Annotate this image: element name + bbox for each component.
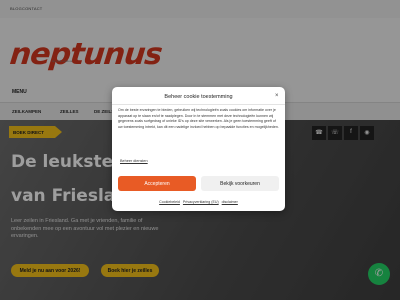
cookie-policy-link[interactable]: Cookiebeleid <box>159 200 180 204</box>
cookie-dialog-text: Om de beste ervaringen te bieden, gebrui… <box>118 108 279 130</box>
cookie-consent-dialog: Beheer cookie toestemming × Om de beste … <box>112 87 285 211</box>
cookie-dialog-title: Beheer cookie toestemming <box>164 94 233 100</box>
privacy-statement-link[interactable]: Privacyverklaring (EU) <box>183 200 219 204</box>
disclaimer-link[interactable]: disclaimer <box>222 200 238 204</box>
view-preferences-button[interactable]: Bekijk voorkeuren <box>201 176 279 191</box>
manage-services-link[interactable]: Beheer diensten <box>120 159 148 163</box>
close-icon[interactable]: × <box>275 93 279 99</box>
cookie-dialog-footer: Cookiebeleid Privacyverklaring (EU) disc… <box>112 200 285 204</box>
divider <box>112 104 285 105</box>
accept-button[interactable]: Accepteren <box>118 176 196 191</box>
